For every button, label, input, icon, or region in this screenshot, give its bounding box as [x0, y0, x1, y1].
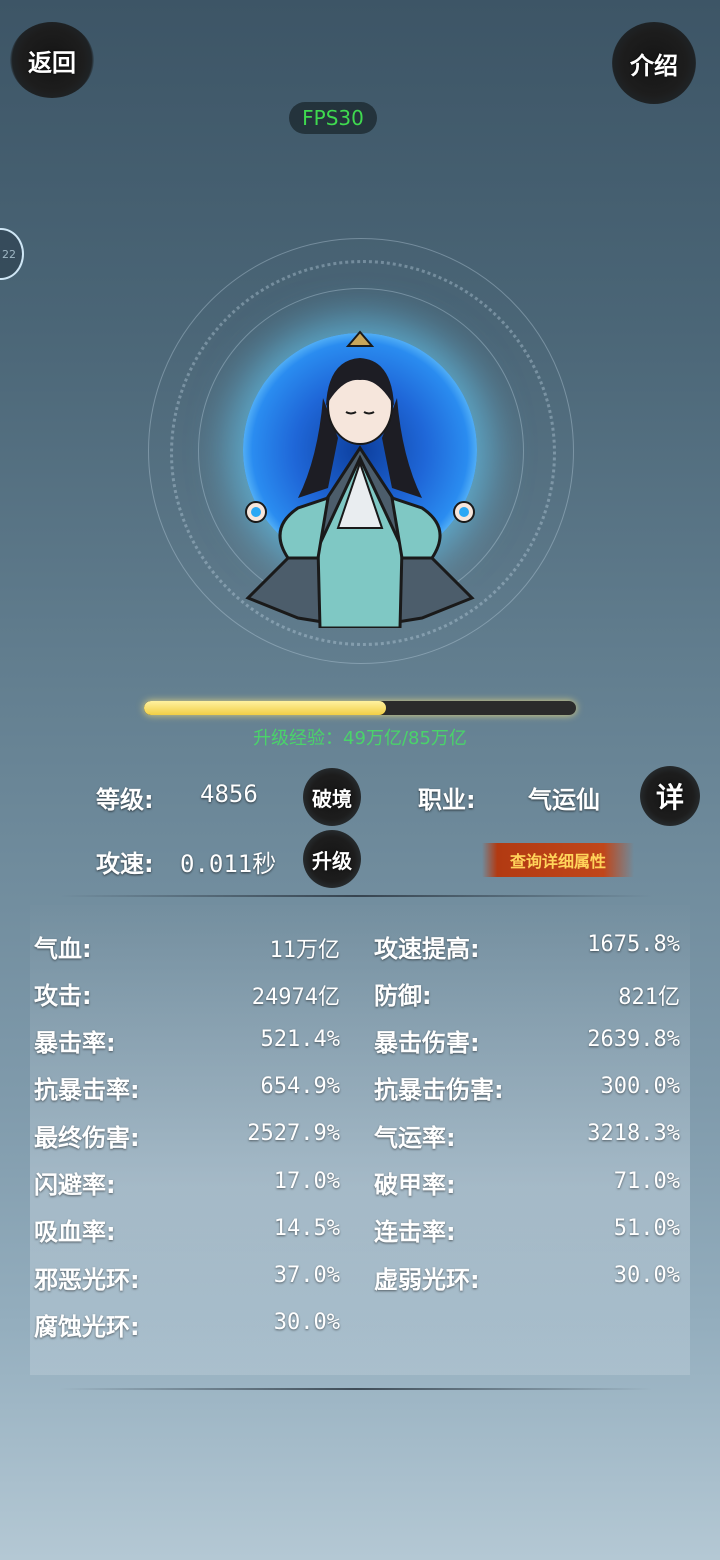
- stat-row: 连击率:: [374, 1210, 456, 1250]
- detailed-attributes-button[interactable]: 查询详细属性: [482, 843, 634, 877]
- stat-value: 71.0%: [613, 1168, 680, 1194]
- stat-value: 654.9%: [260, 1073, 340, 1099]
- stat-row: 攻击:: [34, 973, 92, 1013]
- stat-value: 51.0%: [613, 1215, 680, 1241]
- experience-bar: [144, 701, 576, 715]
- stat-name: 闪避率:: [34, 1171, 116, 1199]
- stat-value: 14.5%: [273, 1215, 340, 1241]
- stat-row: 暴击率:: [34, 1021, 116, 1061]
- stat-value: 1675.8%: [587, 932, 680, 957]
- stat-name: 连击率:: [374, 1218, 456, 1247]
- stat-name: 邪恶光环:: [34, 1265, 140, 1294]
- stat-row: 吸血率:: [34, 1210, 116, 1250]
- back-button[interactable]: 返回: [10, 22, 94, 98]
- level-value: 4856: [200, 780, 258, 808]
- stat-row: 气血:: [34, 926, 92, 966]
- stat-name: 防御:: [374, 981, 432, 1010]
- cultivator-figure: [245, 330, 475, 628]
- bottom-divider: [60, 1388, 652, 1390]
- stat-row: 虚弱光环:: [374, 1257, 480, 1297]
- stat-name: 吸血率:: [34, 1218, 116, 1247]
- stat-row: 气运率:: [374, 1115, 456, 1155]
- stat-row: 攻速提高:: [374, 926, 480, 966]
- stat-row: 邪恶光环:: [34, 1257, 140, 1297]
- character-portrait: [148, 238, 574, 664]
- stat-row: 破甲率:: [374, 1163, 456, 1203]
- stat-value: 17.0%: [273, 1168, 340, 1194]
- experience-bar-fill: [144, 701, 386, 715]
- attack-speed-value: 0.011秒: [180, 850, 277, 878]
- class-detail-button[interactable]: 详: [640, 766, 700, 826]
- stat-name: 气运率:: [374, 1123, 456, 1152]
- attack-speed-label: 攻速:: [96, 850, 154, 878]
- stat-value: 24974亿: [251, 985, 340, 1011]
- stat-name: 抗暴击伤害:: [374, 1076, 504, 1105]
- stat-value: 11万亿: [269, 938, 341, 963]
- fps-counter: FPS30: [289, 102, 377, 134]
- stat-value: 37.0%: [273, 1263, 340, 1289]
- intro-button[interactable]: 介绍: [612, 22, 696, 104]
- stat-row: 闪避率:: [34, 1163, 116, 1203]
- stat-value: 2527.9%: [247, 1121, 340, 1147]
- class-label: 职业:: [418, 786, 476, 814]
- stat-value: 821亿: [618, 985, 680, 1011]
- experience-text: 升级经验：49万亿/85万亿: [253, 728, 467, 749]
- stat-name: 暴击伤害:: [374, 1029, 480, 1058]
- stat-name: 虚弱光环:: [374, 1265, 480, 1294]
- class-value: 气运仙: [528, 786, 600, 814]
- breakthrough-button[interactable]: 破境: [303, 768, 361, 826]
- stat-name: 最终伤害:: [34, 1123, 140, 1152]
- stat-name: 抗暴击率:: [34, 1076, 140, 1105]
- top-divider: [60, 895, 652, 897]
- stat-row: 防御:: [374, 973, 432, 1013]
- stat-value: 2639.8%: [587, 1026, 680, 1052]
- stat-name: 攻速提高:: [374, 934, 480, 963]
- stat-row: 最终伤害:: [34, 1115, 140, 1155]
- stat-value: 521.4%: [260, 1026, 340, 1052]
- level-label: 等级:: [96, 786, 154, 814]
- stat-value: 300.0%: [600, 1073, 680, 1099]
- side-float-button[interactable]: 22: [0, 228, 24, 280]
- stat-name: 气血:: [34, 934, 92, 963]
- stat-name: 暴击率:: [34, 1029, 116, 1058]
- stat-name: 攻击:: [34, 981, 92, 1010]
- stat-row: 抗暴击伤害:: [374, 1068, 504, 1108]
- stat-value: 30.0%: [273, 1310, 340, 1336]
- upgrade-button[interactable]: 升级: [303, 830, 361, 888]
- stat-row: 抗暴击率:: [34, 1068, 140, 1108]
- stat-row: 腐蚀光环:: [34, 1304, 140, 1344]
- stat-name: 腐蚀光环:: [34, 1312, 140, 1341]
- stat-name: 破甲率:: [374, 1171, 456, 1199]
- stat-value: 30.0%: [613, 1263, 680, 1289]
- stat-value: 3218.3%: [587, 1121, 680, 1147]
- stat-row: 暴击伤害:: [374, 1021, 480, 1061]
